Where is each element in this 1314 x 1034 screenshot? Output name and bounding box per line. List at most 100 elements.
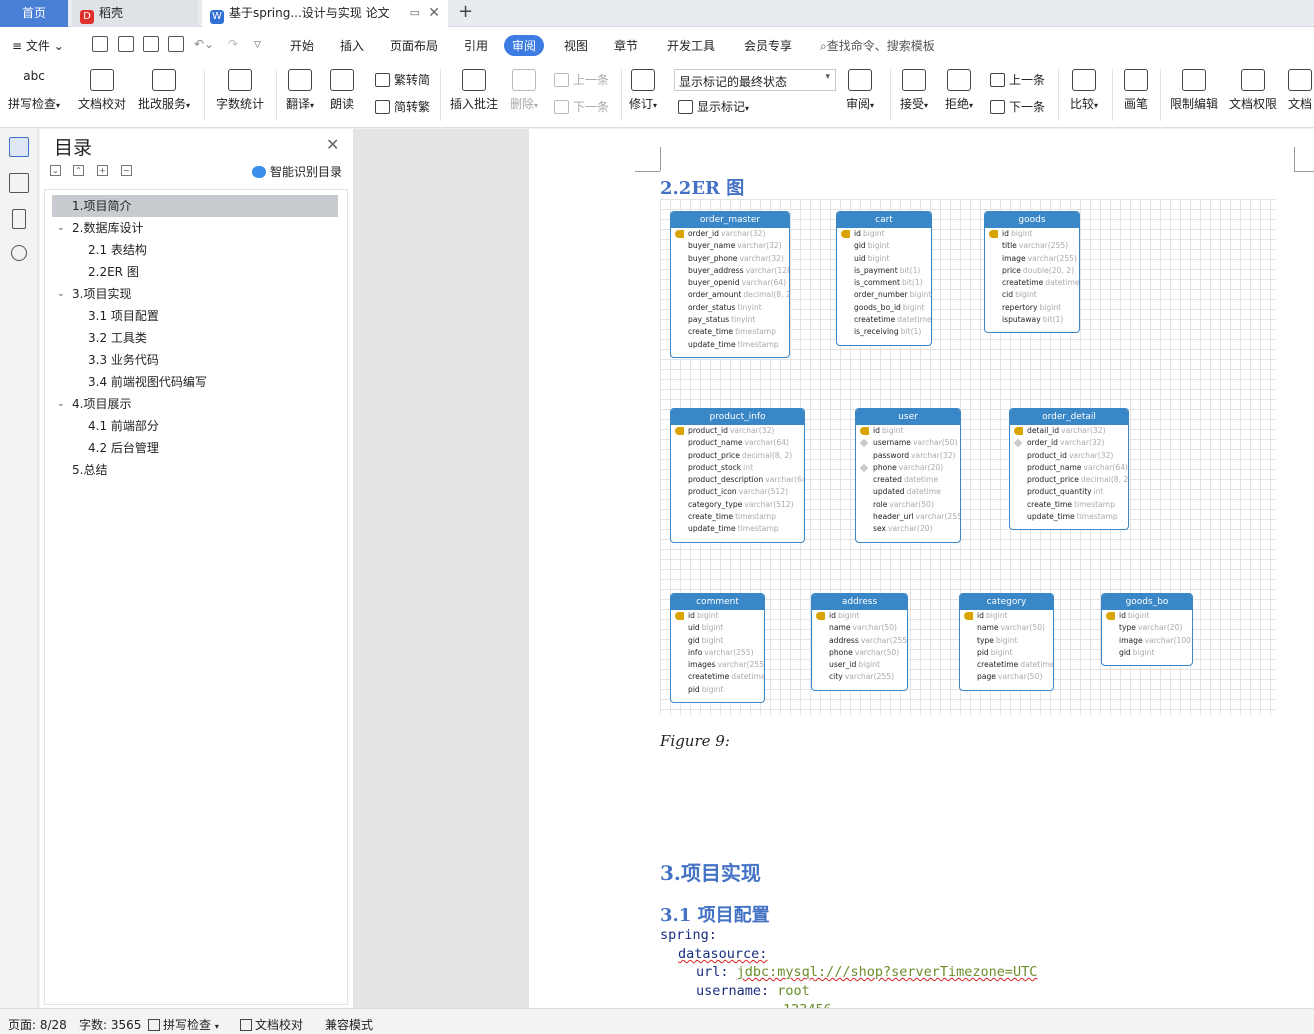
next-comment-button[interactable]: 下一条: [554, 98, 609, 115]
er-column-type: varchar(512): [744, 499, 794, 509]
er-column-type: varchar(32): [739, 253, 784, 263]
toc-item[interactable]: 5.总结: [52, 459, 338, 481]
toc-item[interactable]: 3.1 项目配置: [52, 305, 338, 327]
simp-to-trad-button[interactable]: 简转繁: [375, 98, 430, 115]
markup-display-select[interactable]: 显示标记的最终状态 ▾: [674, 69, 836, 91]
er-table-comment: comment id bigint uid bigint gid bigint info var…: [670, 593, 765, 704]
restrict-edit-button[interactable]: 限制编辑: [1170, 69, 1218, 112]
er-column: order_number bigint: [837, 289, 931, 301]
toc-item[interactable]: 3.2 工具类: [52, 327, 338, 349]
delete-comment-button[interactable]: 删除▾: [510, 69, 538, 112]
menu-view[interactable]: 视图: [564, 37, 588, 54]
menu-developer[interactable]: 开发工具: [667, 37, 715, 54]
show-markup-button[interactable]: 显示标记▾: [678, 98, 749, 115]
daoke-logo-icon: D: [80, 10, 94, 24]
prev-change-button[interactable]: 上一条: [990, 71, 1045, 88]
export-pdf-icon[interactable]: [118, 36, 134, 52]
word-count-button[interactable]: 字数统计: [216, 69, 264, 112]
toc-item[interactable]: ⌄ 2.数据库设计: [52, 217, 338, 239]
pen-button[interactable]: 画笔: [1124, 69, 1148, 112]
spell-check-button[interactable]: abc 拼写检查▾: [8, 69, 60, 112]
next-change-button[interactable]: 下一条: [990, 98, 1045, 115]
tab-pin-icon[interactable]: ▭: [410, 0, 420, 26]
spell-check-label: 拼写检查: [8, 97, 57, 111]
close-icon[interactable]: ✕: [326, 135, 339, 154]
batch-service-button[interactable]: 批改服务▾: [138, 69, 190, 112]
chevron-down-icon[interactable]: ⌄: [57, 217, 65, 239]
toc-item[interactable]: 4.1 前端部分: [52, 415, 338, 437]
tab-daoke[interactable]: D 稻壳: [72, 0, 198, 27]
er-column-name: id: [854, 229, 861, 238]
file-menu-label: 文件: [25, 39, 50, 53]
undo-icon[interactable]: ↶⌄: [194, 37, 214, 51]
er-column: product_icon varchar(512): [671, 486, 804, 498]
review-pane-icon: [848, 69, 873, 91]
tab-close-icon[interactable]: ✕: [428, 0, 440, 26]
toc-item[interactable]: 2.2ER 图: [52, 261, 338, 283]
print-icon[interactable]: [143, 36, 159, 52]
er-column-name: address: [829, 635, 859, 645]
smart-toc-button[interactable]: 智能识别目录: [252, 163, 342, 180]
read-aloud-button[interactable]: 朗读: [330, 69, 354, 112]
accept-label: 接受: [900, 97, 925, 111]
prev-comment-button[interactable]: 上一条: [554, 71, 609, 88]
page-indicator[interactable]: 页面: 8/28: [8, 1016, 67, 1033]
document-area[interactable]: 2.2ER 图 order_master order_id varchar(32) b…: [353, 129, 1314, 1008]
tab-home[interactable]: 首页: [0, 0, 68, 27]
toc-item[interactable]: 2.1 表结构: [52, 239, 338, 261]
review-ribbon: abc 拼写检查▾ 文档校对 批改服务▾ 字数统计 翻译▾ 朗读 繁转简 简转繁…: [0, 63, 1314, 128]
er-column-name: cid: [1002, 290, 1014, 300]
compare-button[interactable]: 比较▾: [1070, 69, 1098, 112]
doc-proof-button[interactable]: 文档校对: [78, 69, 126, 112]
redo-icon[interactable]: ↷: [228, 37, 238, 51]
menu-review[interactable]: 审阅: [504, 35, 545, 56]
command-search[interactable]: ⌕查找命令、搜索模板: [820, 37, 935, 54]
toc-item[interactable]: 3.4 前端视图代码编写: [52, 371, 338, 393]
customize-toolbar-icon[interactable]: ▽: [254, 40, 261, 50]
collapse-all-icon[interactable]: ⌄: [50, 165, 61, 176]
menu-page-layout[interactable]: 页面布局: [390, 37, 438, 54]
document-page[interactable]: 2.2ER 图 order_master order_id varchar(32) b…: [529, 129, 1314, 1008]
reject-label: 拒绝: [945, 97, 970, 111]
toc-item[interactable]: ⌄ 3.项目实现: [52, 283, 338, 305]
menu-start[interactable]: 开始: [290, 37, 314, 54]
search-icon[interactable]: [11, 245, 27, 261]
translate-button[interactable]: 翻译▾: [286, 69, 314, 112]
toc-item[interactable]: 4.2 后台管理: [52, 437, 338, 459]
reject-button[interactable]: 拒绝▾: [945, 69, 973, 112]
word-count-indicator[interactable]: 字数: 3565: [79, 1016, 141, 1033]
doc-more-button[interactable]: 文档: [1288, 69, 1312, 112]
accept-button[interactable]: 接受▾: [900, 69, 928, 112]
chapter-panel-icon[interactable]: [9, 173, 29, 193]
tab-document[interactable]: W 基于spring...设计与实现 论文 ▭ ✕: [202, 0, 448, 27]
chevron-down-icon[interactable]: ⌄: [57, 393, 65, 415]
menu-section[interactable]: 章节: [614, 37, 638, 54]
toc-panel-icon[interactable]: [9, 137, 29, 157]
save-icon[interactable]: [92, 36, 108, 52]
status-doc-proof[interactable]: 文档校对: [240, 1016, 303, 1033]
toc-item[interactable]: ⌄ 4.项目展示: [52, 393, 338, 415]
menu-member[interactable]: 会员专享: [744, 37, 792, 54]
read-aloud-icon: [330, 69, 354, 91]
bookmark-icon[interactable]: [12, 209, 26, 229]
print-preview-icon[interactable]: [168, 36, 184, 52]
chevron-down-icon[interactable]: ⌄: [57, 283, 65, 305]
toc-item[interactable]: 1.项目简介: [52, 195, 338, 217]
toc-item[interactable]: 3.3 业务代码: [52, 349, 338, 371]
er-column-type: bigint: [701, 623, 724, 633]
new-tab-button[interactable]: +: [458, 1, 473, 22]
track-changes-button[interactable]: 修订▾: [629, 69, 657, 112]
doc-permission-button[interactable]: 文档权限: [1229, 69, 1277, 112]
review-pane-button[interactable]: 审阅▾: [846, 69, 874, 112]
remove-heading-icon[interactable]: −: [121, 165, 132, 176]
trad-to-simp-button[interactable]: 繁转简: [375, 71, 430, 88]
insert-comment-button[interactable]: 插入批注: [450, 69, 498, 112]
status-spell-check[interactable]: 拼写检查 ▾: [148, 1016, 219, 1033]
add-heading-icon[interactable]: +: [97, 165, 108, 176]
menu-references[interactable]: 引用: [464, 37, 488, 54]
file-menu[interactable]: ≡ 文件 ⌄: [12, 37, 64, 54]
er-column-type: int: [743, 462, 754, 472]
track-changes-label: 修订: [629, 97, 654, 111]
menu-insert[interactable]: 插入: [340, 37, 364, 54]
expand-up-icon[interactable]: ⌃: [73, 165, 84, 176]
